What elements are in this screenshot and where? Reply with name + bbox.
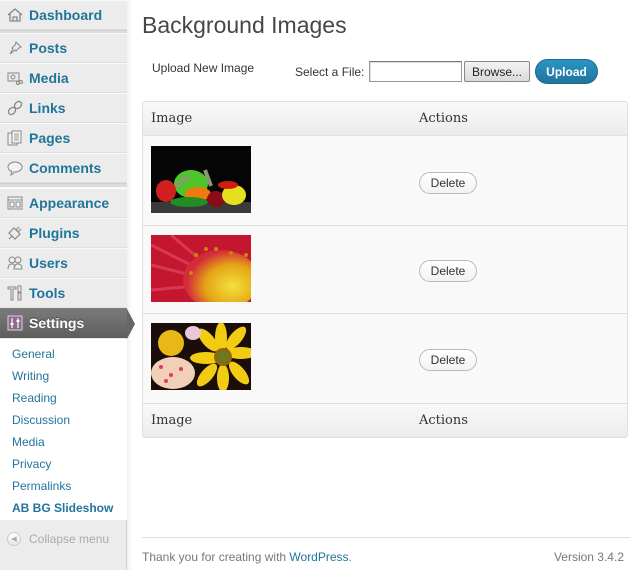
- pushpin-icon: [7, 40, 23, 56]
- browse-button[interactable]: Browse...: [464, 61, 530, 82]
- footer-thanks-prefix: Thank you for creating with: [142, 550, 290, 564]
- file-path-input[interactable]: [369, 61, 462, 82]
- sidebar-item-media[interactable]: Media: [0, 63, 127, 93]
- sidebar-item-label: Pages: [29, 130, 71, 146]
- table-row: Delete: [143, 226, 627, 314]
- upload-section-label: Upload New Image: [152, 61, 255, 75]
- select-file-label: Select a File:: [295, 65, 365, 79]
- sidebar-item-label: Media: [29, 70, 69, 86]
- sunflower-bouquet-thumbnail: [151, 323, 251, 390]
- delete-button[interactable]: Delete: [419, 349, 477, 371]
- column-header-actions: Actions: [419, 111, 468, 126]
- sidebar-item-label: Settings: [29, 315, 85, 331]
- red-flower-thumbnail: [151, 235, 251, 302]
- sidebar-item-label: Users: [29, 255, 68, 271]
- users-icon: [7, 255, 23, 271]
- media-icon: [7, 70, 23, 86]
- tools-icon: [7, 285, 23, 301]
- collapse-menu-label: Collapse menu: [29, 532, 110, 546]
- submenu-item-permalinks[interactable]: Permalinks: [0, 475, 127, 497]
- page-title: Background Images: [142, 12, 347, 38]
- delete-button[interactable]: Delete: [419, 260, 477, 282]
- main-content: Background Images Upload New Image Selec…: [142, 0, 630, 570]
- footer-version: Version 3.4.2: [553, 550, 624, 564]
- background-images-table: Image Actions Delete Delete Delete Image…: [142, 101, 628, 438]
- sidebar-item-comments[interactable]: Comments: [0, 153, 127, 183]
- link-icon: [7, 100, 23, 116]
- sidebar-item-label: Posts: [29, 40, 68, 56]
- table-footer: Image Actions: [143, 403, 627, 437]
- active-menu-arrow: [127, 309, 135, 339]
- sidebar-item-posts[interactable]: Posts: [0, 33, 127, 63]
- sidebar-item-plugins[interactable]: Plugins: [0, 218, 127, 248]
- settings-icon: [7, 315, 23, 331]
- collapse-arrow-icon: ◀: [7, 532, 21, 546]
- sidebar-item-label: Appearance: [29, 195, 110, 211]
- upload-button[interactable]: Upload: [535, 59, 598, 84]
- table-header: Image Actions: [143, 102, 627, 136]
- table-row: Delete: [143, 137, 627, 226]
- footer-divider: [142, 537, 630, 538]
- submenu-item-ab-bg-slideshow[interactable]: AB BG Slideshow: [0, 497, 127, 519]
- comment-icon: [7, 160, 23, 176]
- appearance-icon: [7, 195, 23, 211]
- submenu-item-discussion[interactable]: Discussion: [0, 409, 127, 431]
- sidebar-item-tools[interactable]: Tools: [0, 278, 127, 308]
- sidebar-item-settings[interactable]: Settings: [0, 308, 127, 338]
- footer-thanks: Thank you for creating with WordPress.: [142, 550, 352, 564]
- wordpress-link[interactable]: WordPress: [289, 550, 348, 564]
- collapse-menu-button[interactable]: ◀ Collapse menu: [0, 528, 127, 550]
- pages-icon: [7, 130, 23, 146]
- home-icon: [7, 7, 23, 23]
- sidebar-item-pages[interactable]: Pages: [0, 123, 127, 153]
- sidebar-item-appearance[interactable]: Appearance: [0, 188, 127, 218]
- submenu-item-media[interactable]: Media: [0, 431, 127, 453]
- plugin-icon: [7, 225, 23, 241]
- sidebar-item-label: Plugins: [29, 225, 80, 241]
- delete-button[interactable]: Delete: [419, 172, 477, 194]
- submenu-item-reading[interactable]: Reading: [0, 387, 127, 409]
- submenu-item-general[interactable]: General: [0, 343, 127, 365]
- table-row: Delete: [143, 314, 627, 403]
- sidebar-item-users[interactable]: Users: [0, 248, 127, 278]
- sidebar-item-dashboard[interactable]: Dashboard: [0, 0, 127, 30]
- sidebar-shadow: [127, 0, 133, 570]
- vegetables-thumbnail: [151, 146, 251, 213]
- submenu-item-privacy[interactable]: Privacy: [0, 453, 127, 475]
- sidebar-item-label: Tools: [29, 285, 66, 301]
- settings-submenu: General Writing Reading Discussion Media…: [0, 339, 127, 520]
- admin-sidebar: Dashboard Posts Media Links Pages Commen…: [0, 0, 127, 570]
- footer-thanks-suffix: .: [348, 550, 352, 564]
- sidebar-item-label: Links: [29, 100, 66, 116]
- sidebar-item-label: Dashboard: [29, 7, 103, 23]
- column-footer-image: Image: [151, 413, 193, 428]
- sidebar-item-links[interactable]: Links: [0, 93, 127, 123]
- column-header-image: Image: [151, 111, 193, 126]
- sidebar-item-label: Comments: [29, 160, 102, 176]
- column-footer-actions: Actions: [419, 413, 468, 428]
- submenu-item-writing[interactable]: Writing: [0, 365, 127, 387]
